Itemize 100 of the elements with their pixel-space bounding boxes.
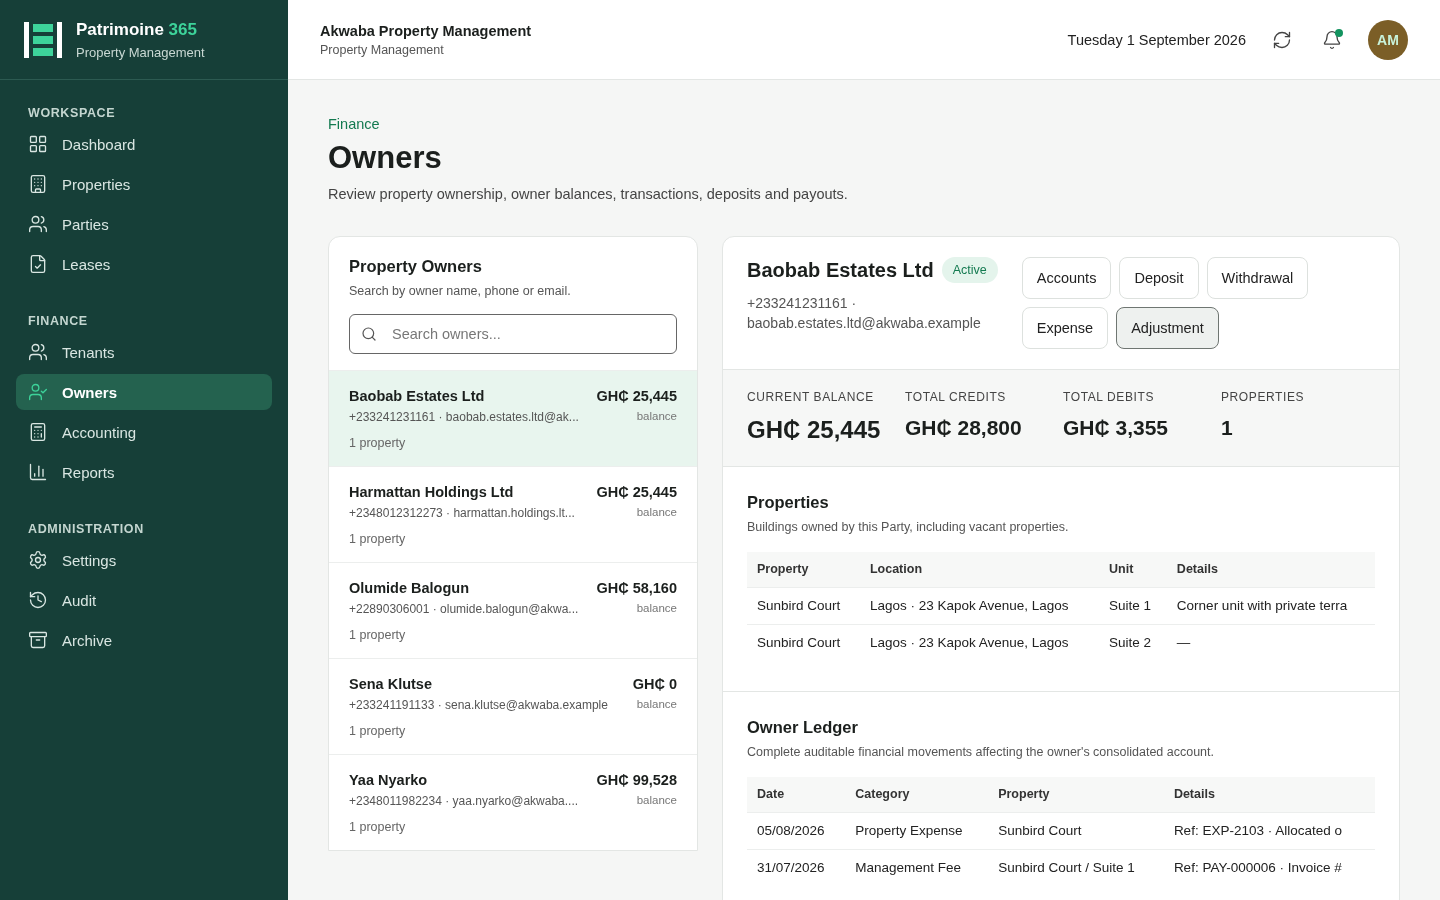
- users-icon: [28, 342, 48, 362]
- column-header: Unit: [1099, 552, 1167, 587]
- action-button[interactable]: Accounts: [1021, 257, 1112, 299]
- section-title: FINANCE: [27, 314, 89, 328]
- breadcrumb-link[interactable]: Finance: [328, 116, 380, 132]
- owner-name: Harmattan Holdings Ltd: [349, 484, 515, 500]
- action-button[interactable]: Withdrawal: [1206, 257, 1309, 299]
- property-count: 1 property: [349, 820, 407, 834]
- balance-label: balance: [635, 602, 677, 616]
- organization-subtitle: Property Management: [320, 42, 445, 57]
- owner-contact: +233241231161 · baobab.estates.ltd@akwaba.example: [747, 294, 982, 333]
- chart-icon: [28, 462, 48, 482]
- brand-subtitle: Property Management: [76, 44, 205, 60]
- table-cell: Ref: EXP-2103 · Allocated o: [1163, 812, 1375, 849]
- settings-icon: [28, 550, 48, 570]
- user-avatar[interactable]: AM: [1368, 19, 1408, 60]
- balance-label: balance: [635, 506, 677, 520]
- nav-item[interactable]: Archive: [16, 622, 272, 658]
- user-check-icon: [28, 382, 48, 402]
- owner-contact: +22890306001 · olumide.balogun@akwa...: [349, 602, 580, 616]
- document-icon: [28, 254, 48, 274]
- archive-icon: [28, 630, 48, 650]
- action-button[interactable]: Deposit: [1119, 257, 1199, 299]
- section-subtitle: Buildings owned by this Party, including vacant properties.: [747, 520, 1070, 534]
- stat-label: PROPERTIES: [1221, 390, 1306, 404]
- owner-name: Baobab Estates Ltd: [349, 388, 486, 404]
- nav-item[interactable]: Properties: [16, 166, 272, 202]
- date-text: Tuesday 1 September 2026: [1067, 31, 1246, 48]
- action-button[interactable]: Adjustment: [1116, 307, 1219, 349]
- logo-icon: [24, 21, 62, 58]
- owner-name: Olumide Balogun: [349, 580, 471, 596]
- property-count: 1 property: [349, 532, 407, 546]
- building-icon: [28, 174, 48, 194]
- property-count: 1 property: [349, 628, 407, 642]
- owner-name: Yaa Nyarko: [349, 772, 429, 788]
- column-header: Date: [747, 777, 846, 812]
- table-cell: Lagos · 23 Kapok Avenue, Lagos: [859, 587, 1100, 624]
- table-cell: Sunbird Court: [747, 587, 860, 624]
- column-header: Details: [1163, 777, 1375, 812]
- section-title: ADMINISTRATION: [27, 522, 145, 536]
- table-cell: Management Fee: [845, 849, 989, 886]
- balance-label: balance: [635, 410, 677, 424]
- balance-label: balance: [635, 698, 677, 712]
- column-header: Details: [1166, 552, 1375, 587]
- table-cell: Lagos · 23 Kapok Avenue, Lagos: [859, 624, 1100, 661]
- owner-contact: +233241191133 · sena.klutse@akwaba.example: [349, 698, 609, 712]
- stat-value: 1: [1221, 416, 1234, 440]
- column-header: Category: [845, 777, 989, 812]
- owner-balance: GH₵ 25,445: [596, 484, 677, 500]
- table-cell: Suite 2: [1099, 624, 1167, 661]
- owner-balance: GH₵ 0: [632, 676, 677, 692]
- table-cell: 31/07/2026: [747, 849, 846, 886]
- users-icon: [28, 214, 48, 234]
- stat-value: GH₵ 28,800: [905, 416, 1023, 440]
- table-cell: Corner unit with private terra: [1166, 587, 1375, 624]
- stat-label: CURRENT BALANCE: [747, 390, 875, 404]
- table-cell: Ref: PAY-000006 · Invoice #: [1163, 849, 1375, 886]
- stat-label: TOTAL DEBITS: [1063, 390, 1155, 404]
- stat-label: TOTAL CREDITS: [905, 390, 1007, 404]
- section-heading: Properties: [747, 493, 830, 512]
- owner-contact: +2348012312273 · harmattan.holdings.lt...: [349, 506, 576, 520]
- stat-value: GH₵ 3,355: [1063, 416, 1170, 440]
- page-description: Review property ownership, owner balances, transactions, deposits and payouts.: [328, 186, 849, 202]
- owner-balance: GH₵ 58,160: [596, 580, 677, 596]
- section-title: WORKSPACE: [27, 106, 117, 120]
- organization-name: Akwaba Property Management: [320, 22, 532, 39]
- nav-item[interactable]: Reports: [16, 454, 272, 490]
- history-icon: [28, 590, 48, 610]
- section-heading: Owner Ledger: [747, 718, 859, 737]
- owner-title: Baobab Estates Ltd: [747, 258, 934, 282]
- nav-item[interactable]: Owners: [16, 374, 272, 410]
- nav-item[interactable]: Tenants: [16, 334, 272, 370]
- owner-list-item[interactable]: Baobab Estates Ltd GH₵ 25,445 +233241231161 · baobab.estates.ltd@ak... balance 1 property: [329, 370, 697, 466]
- action-button[interactable]: Expense: [1021, 307, 1109, 349]
- nav-item[interactable]: Settings: [16, 542, 272, 578]
- nav-item[interactable]: Audit: [16, 582, 272, 618]
- property-count: 1 property: [349, 436, 407, 450]
- column-header: Property: [988, 777, 1164, 812]
- search-field[interactable]: Search owners...: [349, 314, 677, 354]
- calculator-icon: [28, 422, 48, 442]
- table-cell: —: [1166, 624, 1375, 661]
- balance-label: balance: [635, 794, 677, 808]
- search-icon: [361, 326, 377, 342]
- page-title: Owners: [328, 140, 443, 176]
- table-cell: Property Expense: [845, 812, 989, 849]
- table-cell: Sunbird Court: [988, 812, 1164, 849]
- owner-balance: GH₵ 25,445: [596, 388, 677, 404]
- table-cell: 05/08/2026: [747, 812, 846, 849]
- stat-value: GH₵ 25,445: [747, 416, 882, 444]
- owner-contact: +2348011982234 · yaa.nyarko@akwaba....: [349, 794, 580, 808]
- nav-item[interactable]: Parties: [16, 206, 272, 242]
- owner-balance: GH₵ 99,528: [596, 772, 677, 788]
- nav-item[interactable]: Leases: [16, 246, 272, 282]
- owner-contact: +233241231161 · baobab.estates.ltd@ak...: [349, 410, 580, 424]
- nav-item[interactable]: Dashboard: [16, 126, 272, 162]
- brand-name: Patrimoine 365: [76, 19, 198, 40]
- column-header: Location: [859, 552, 1100, 587]
- panel-title: Property Owners: [349, 257, 483, 276]
- status-badge: Active: [941, 257, 998, 283]
- nav-item[interactable]: Accounting: [16, 414, 272, 450]
